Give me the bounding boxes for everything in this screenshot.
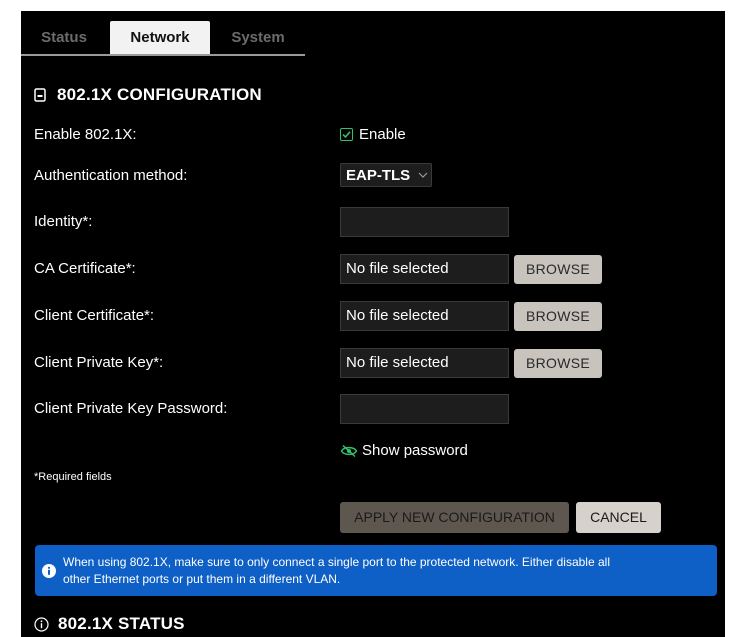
auth-method-value: EAP-TLS [346,166,411,184]
status-section-title: 802.1X STATUS [34,614,185,634]
auth-method-label: Authentication method: [34,167,188,184]
enable-checkbox-control[interactable]: Enable [340,126,406,143]
info-icon [42,563,56,578]
identity-input[interactable] [340,207,509,237]
enable-label: Enable 802.1X: [34,126,137,143]
show-password-toggle[interactable]: Show password [340,442,468,459]
client-cert-label: Client Certificate*: [34,307,155,324]
ca-cert-browse-button[interactable]: BROWSE [514,255,602,284]
eye-slash-icon [340,444,358,458]
info-banner-line-1: When using 802.1X, make sure to only con… [63,554,610,569]
ca-cert-label: CA Certificate*: [34,260,136,277]
required-fields-note: *Required fields [34,471,112,483]
client-key-file-field: No file selected [340,348,509,378]
enable-checkbox-label: Enable [359,126,406,143]
identity-label: Identity*: [34,213,93,230]
auth-method-select[interactable]: EAP-TLS [340,163,432,187]
info-banner-line-2: other Ethernet ports or put them in a di… [63,571,341,586]
status-section-label: 802.1X STATUS [58,614,185,633]
client-key-browse-button[interactable]: BROWSE [514,349,602,378]
info-banner: When using 802.1X, make sure to only con… [35,545,717,596]
ca-cert-file-field: No file selected [340,254,509,284]
apply-configuration-button[interactable]: APPLY NEW CONFIGURATION [340,502,569,533]
tab-bar: Status Network System [21,21,305,56]
client-key-password-label: Client Private Key Password: [34,400,228,417]
settings-panel: Status Network System 802.1X CONFIGURATI… [21,11,725,637]
tab-network[interactable]: Network [110,21,210,54]
tab-system[interactable]: System [221,21,295,54]
info-banner-text: When using 802.1X, make sure to only con… [63,554,610,588]
info-circle-icon [34,616,49,632]
check-icon [342,131,351,139]
config-section-title: 802.1X CONFIGURATION [34,85,262,105]
id-card-icon [34,88,46,102]
config-section-label: 802.1X CONFIGURATION [57,85,262,104]
cancel-button[interactable]: CANCEL [576,502,661,533]
chevron-down-icon [418,172,428,178]
show-password-label: Show password [362,442,468,459]
client-key-label: Client Private Key*: [34,354,164,371]
client-cert-file-field: No file selected [340,301,509,331]
client-key-password-input[interactable] [340,394,509,424]
enable-checkbox[interactable] [340,128,353,141]
tab-status[interactable]: Status [31,21,97,54]
client-cert-browse-button[interactable]: BROWSE [514,302,602,331]
